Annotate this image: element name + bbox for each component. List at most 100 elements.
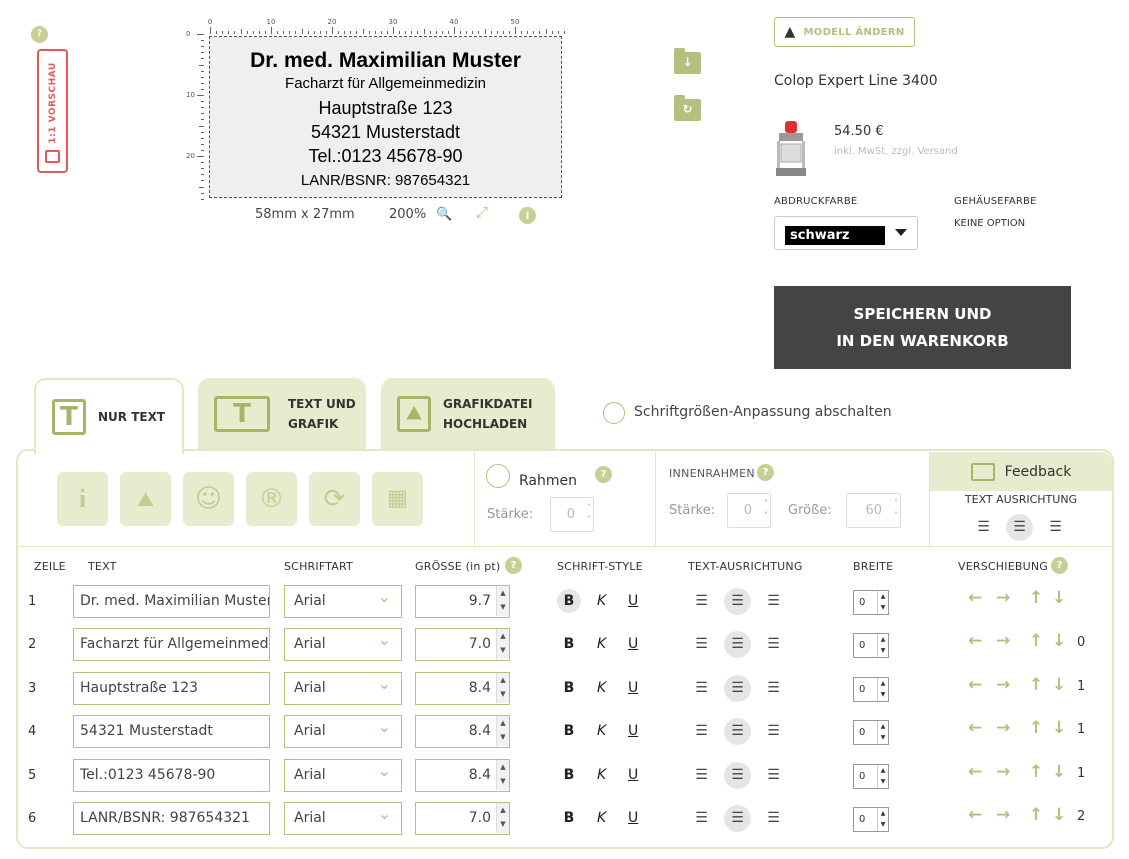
- line-text-input[interactable]: Facharzt für Allgemeinmedizin: [73, 628, 270, 661]
- stepper-icon[interactable]: ▲ ▼: [496, 803, 509, 833]
- font-size-input[interactable]: 9.7 ▲ ▼: [415, 585, 510, 618]
- font-size-input[interactable]: 8.4 ▲ ▼: [415, 672, 510, 705]
- shift-left-icon[interactable]: ←: [968, 675, 982, 695]
- underline-toggle[interactable]: U: [628, 593, 638, 609]
- width-input[interactable]: 0 ▲ ▼: [853, 764, 889, 789]
- frame-strength-input[interactable]: 0: [550, 497, 594, 532]
- font-select[interactable]: Arial: [284, 669, 402, 705]
- help-icon[interactable]: ?: [757, 464, 774, 481]
- align-right-icon[interactable]: ☰: [1042, 514, 1069, 541]
- change-model-button[interactable]: ▲ MODELL ÄNDERN: [774, 17, 915, 47]
- line-text-input[interactable]: Dr. med. Maximilian Muster: [73, 585, 270, 618]
- shift-down-icon[interactable]: ↓: [1052, 718, 1066, 738]
- image-tool-icon[interactable]: ⛰: [120, 472, 171, 526]
- align-right-icon[interactable]: ☰: [760, 762, 787, 789]
- font-size-input[interactable]: 8.4 ▲ ▼: [415, 759, 510, 792]
- align-left-icon[interactable]: ☰: [688, 762, 715, 789]
- refresh-tool-icon[interactable]: ⟳: [309, 472, 360, 526]
- stepper-icon[interactable]: ▲ ▼: [877, 678, 888, 701]
- frame-radio[interactable]: [486, 464, 510, 488]
- help-icon[interactable]: ?: [31, 26, 48, 43]
- shift-down-icon[interactable]: ↓: [1052, 588, 1066, 608]
- stepper-icon[interactable]: ▲ ▼: [877, 765, 888, 788]
- underline-toggle[interactable]: U: [628, 767, 638, 783]
- bold-toggle[interactable]: B: [557, 589, 581, 613]
- shift-down-icon[interactable]: ↓: [1052, 631, 1066, 651]
- align-right-icon[interactable]: ☰: [760, 588, 787, 615]
- width-input[interactable]: 0 ▲ ▼: [853, 633, 889, 658]
- bold-toggle[interactable]: B: [557, 676, 581, 700]
- stepper-icon[interactable]: ▲ ▼: [496, 586, 509, 616]
- tab-text-and-graphic[interactable]: T TEXT UND GRAFIK: [198, 378, 366, 450]
- shift-down-icon[interactable]: ↓: [1052, 805, 1066, 825]
- align-center-icon[interactable]: ☰: [724, 588, 751, 615]
- underline-toggle[interactable]: U: [628, 810, 638, 826]
- shift-up-icon[interactable]: ↑: [1029, 762, 1043, 782]
- inner-size-input[interactable]: 60: [846, 493, 901, 528]
- shift-right-icon[interactable]: →: [996, 631, 1010, 651]
- shift-up-icon[interactable]: ↑: [1029, 675, 1043, 695]
- shift-left-icon[interactable]: ←: [968, 631, 982, 651]
- align-left-icon[interactable]: ☰: [688, 675, 715, 702]
- stepper-icon[interactable]: ▲ ▼: [877, 808, 888, 831]
- stepper-icon[interactable]: ▲ ▼: [877, 634, 888, 657]
- tab-text-only[interactable]: T NUR TEXT: [34, 378, 184, 454]
- shift-down-icon[interactable]: ↓: [1052, 762, 1066, 782]
- align-center-icon[interactable]: ☰: [724, 762, 751, 789]
- feedback-button[interactable]: Feedback: [930, 452, 1112, 491]
- shift-down-icon[interactable]: ↓: [1052, 675, 1066, 695]
- italic-toggle[interactable]: K: [597, 767, 606, 783]
- align-center-icon[interactable]: ☰: [724, 718, 751, 745]
- stepper-icon[interactable]: ▲ ▼: [496, 673, 509, 703]
- shift-up-icon[interactable]: ↑: [1029, 588, 1043, 608]
- ink-color-select[interactable]: schwarz: [774, 216, 918, 250]
- shift-up-icon[interactable]: ↑: [1029, 805, 1043, 825]
- align-left-icon[interactable]: ☰: [688, 805, 715, 832]
- font-select[interactable]: Arial: [284, 712, 402, 748]
- shift-right-icon[interactable]: →: [996, 675, 1010, 695]
- font-select[interactable]: Arial: [284, 756, 402, 792]
- width-input[interactable]: 0 ▲ ▼: [853, 720, 889, 745]
- save-to-cart-button[interactable]: SPEICHERN UND IN DEN WARENKORB: [774, 286, 1071, 369]
- italic-toggle[interactable]: K: [597, 680, 606, 696]
- italic-toggle[interactable]: K: [597, 593, 606, 609]
- align-left-icon[interactable]: ☰: [970, 514, 997, 541]
- shift-up-icon[interactable]: ↑: [1029, 631, 1043, 651]
- bold-toggle[interactable]: B: [557, 806, 581, 830]
- italic-toggle[interactable]: K: [597, 636, 606, 652]
- shift-left-icon[interactable]: ←: [968, 588, 982, 608]
- shift-right-icon[interactable]: →: [996, 805, 1010, 825]
- align-left-icon[interactable]: ☰: [688, 588, 715, 615]
- width-input[interactable]: 0 ▲ ▼: [853, 590, 889, 615]
- fullscreen-icon[interactable]: ⤢: [476, 203, 488, 221]
- italic-toggle[interactable]: K: [597, 810, 606, 826]
- line-text-input[interactable]: Tel.:0123 45678-90: [73, 759, 270, 792]
- stepper-icon[interactable]: ▲ ▼: [877, 721, 888, 744]
- font-size-input[interactable]: 8.4 ▲ ▼: [415, 715, 510, 748]
- qr-code-tool-icon[interactable]: ▦: [372, 472, 423, 526]
- font-select[interactable]: Arial: [284, 625, 402, 661]
- inner-strength-input[interactable]: 0: [727, 493, 771, 528]
- font-select[interactable]: Arial: [284, 799, 402, 835]
- smiley-tool-icon[interactable]: ☺: [183, 472, 234, 526]
- stepper-icon[interactable]: ▲ ▼: [496, 629, 509, 659]
- align-center-icon[interactable]: ☰: [1006, 514, 1033, 541]
- help-icon[interactable]: ?: [505, 557, 522, 574]
- shift-right-icon[interactable]: →: [996, 718, 1010, 738]
- folder-download-icon[interactable]: ↓: [674, 48, 701, 74]
- font-size-input[interactable]: 7.0 ▲ ▼: [415, 628, 510, 661]
- align-right-icon[interactable]: ☰: [760, 631, 787, 658]
- italic-toggle[interactable]: K: [597, 723, 606, 739]
- registered-tool-icon[interactable]: ®: [246, 472, 297, 526]
- line-text-input[interactable]: Hauptstraße 123: [73, 672, 270, 705]
- stepper-icon[interactable]: ▲ ▼: [877, 591, 888, 614]
- align-center-icon[interactable]: ☰: [724, 675, 751, 702]
- line-text-input[interactable]: 54321 Musterstadt: [73, 715, 270, 748]
- preview-1to1-button[interactable]: 1:1 VORSCHAU: [37, 49, 68, 173]
- info-icon[interactable]: i: [519, 207, 536, 224]
- align-right-icon[interactable]: ☰: [760, 675, 787, 702]
- bold-toggle[interactable]: B: [557, 719, 581, 743]
- bold-toggle[interactable]: B: [557, 632, 581, 656]
- font-select[interactable]: Arial: [284, 582, 402, 618]
- align-center-icon[interactable]: ☰: [724, 631, 751, 658]
